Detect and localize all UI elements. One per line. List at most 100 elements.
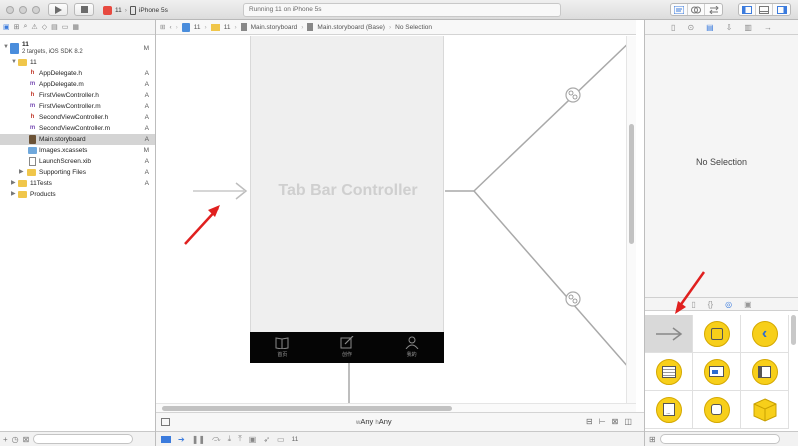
tree-row-file[interactable]: m AppDelegate.m A [0, 79, 155, 90]
back-arrow-icon[interactable]: ‹ [169, 24, 171, 31]
horizontal-scrollbar[interactable] [156, 403, 636, 412]
stop-button[interactable] [74, 3, 94, 16]
segue-line-lower[interactable] [473, 190, 636, 377]
tree-row-file[interactable]: m SecondViewController.m A [0, 123, 155, 134]
code-snippet-icon[interactable]: {} [708, 300, 713, 309]
forward-arrow-icon[interactable]: › [176, 24, 178, 31]
storyboard-reference-item[interactable] [645, 315, 693, 353]
tree-row-project[interactable]: ▼ 11 2 targets, iOS SDK 8.2 M [0, 40, 155, 58]
storyboard-canvas[interactable]: Tab Bar Controller 首页 创作 我的 [156, 36, 636, 403]
pin-icon[interactable]: ⊢ [599, 417, 606, 426]
tab-item[interactable]: 首页 [250, 332, 315, 363]
tree-row-file[interactable]: h FirstViewController.h A [0, 90, 155, 101]
quick-help-icon[interactable]: ⊙ [687, 23, 694, 32]
filter-scope-icon[interactable]: ⊠ [23, 435, 30, 444]
version-editor-icon[interactable] [705, 4, 722, 15]
document-outline-toggle-icon[interactable] [161, 418, 170, 426]
device-name[interactable]: iPhone 5s [139, 7, 168, 14]
navigation-controller-item[interactable]: ‹ [741, 315, 789, 353]
connections-inspector-icon[interactable]: → [764, 23, 772, 32]
size-inspector-icon[interactable]: ▥ [744, 23, 752, 32]
file-inspector-icon[interactable]: ▯ [671, 23, 675, 32]
zoom-window-button[interactable] [32, 6, 40, 14]
grid-view-icon[interactable]: ⊞ [649, 435, 656, 444]
breadcrumb-item[interactable]: 11 [224, 24, 231, 31]
tree-row-group[interactable]: ▶ Products [0, 189, 155, 200]
process-icon[interactable]: ▭ [277, 435, 285, 444]
breadcrumb-item[interactable]: No Selection [395, 24, 432, 31]
breadcrumb-item[interactable]: Main.storyboard (Base) [317, 24, 385, 31]
tree-row-file[interactable]: Images.xcassets M [0, 145, 155, 156]
pause-icon[interactable]: ❚❚ [192, 435, 205, 444]
align-icon[interactable]: ⊟ [586, 417, 593, 426]
tab-item[interactable]: 我的 [379, 332, 444, 363]
related-items-icon[interactable]: ⊞ [160, 23, 165, 31]
breakpoint-navigator-icon[interactable]: ▭ [62, 23, 69, 31]
object-item[interactable] [741, 391, 789, 429]
library-scroll-thumb[interactable] [791, 315, 796, 345]
object-library-icon[interactable]: ◎ [725, 300, 732, 309]
view-controller-item[interactable] [693, 315, 741, 353]
step-in-icon[interactable]: ⤓ [228, 434, 232, 444]
standard-editor-icon[interactable] [671, 4, 688, 15]
table-view-controller-item[interactable] [645, 353, 693, 391]
breadcrumb-item[interactable]: 11 [194, 24, 201, 31]
close-window-button[interactable] [6, 6, 14, 14]
scheme-selector[interactable]: 11 › iPhone 5s [103, 4, 168, 16]
step-over-icon[interactable]: ⤼ [212, 434, 221, 444]
segue-badge-lower[interactable] [565, 291, 581, 307]
segue-line-upper[interactable] [473, 36, 636, 192]
segue-badge-upper[interactable] [565, 87, 581, 103]
disclosure-triangle-icon[interactable]: ▼ [3, 42, 9, 53]
tree-row-file[interactable]: m FirstViewController.m A [0, 101, 155, 112]
tab-item[interactable]: 创作 [315, 332, 380, 363]
resolve-issues-icon[interactable]: ⊠ [612, 417, 619, 426]
breadcrumb-item[interactable]: Main.storyboard [251, 24, 298, 31]
tab-bar-controller-scene[interactable]: Tab Bar Controller [250, 36, 444, 333]
run-button[interactable] [48, 3, 68, 16]
library-filter-field[interactable] [659, 434, 780, 444]
tree-row-file[interactable]: h AppDelegate.h A [0, 68, 155, 79]
disclosure-triangle-icon[interactable]: ▶ [11, 189, 16, 200]
size-class-control[interactable]: wAny hAny [356, 417, 392, 426]
location-icon[interactable]: ➶ [263, 435, 270, 444]
tree-row-file-selected[interactable]: Main.storyboard A [0, 134, 155, 145]
navigator-toggle-icon[interactable] [739, 4, 756, 15]
assistant-editor-icon[interactable] [688, 4, 705, 15]
symbol-navigator-icon[interactable]: ⊞ [14, 23, 20, 31]
disclosure-triangle-icon[interactable]: ▶ [19, 167, 24, 178]
media-library-icon[interactable]: ▣ [744, 300, 752, 309]
debug-area-toggle-icon[interactable] [161, 435, 171, 443]
report-navigator-icon[interactable]: ▦ [72, 23, 79, 31]
glkit-view-controller-item[interactable] [693, 391, 741, 429]
debug-navigator-icon[interactable]: ▤ [51, 23, 58, 31]
filter-field[interactable] [33, 434, 134, 444]
recent-files-icon[interactable]: ◷ [12, 435, 19, 444]
utilities-toggle-icon[interactable] [773, 4, 790, 15]
breakpoints-icon[interactable]: ➔ [178, 435, 185, 444]
identity-inspector-icon[interactable]: ▤ [706, 23, 714, 32]
split-view-controller-item[interactable] [741, 353, 789, 391]
tree-row-group[interactable]: ▶ Supporting Files A [0, 167, 155, 178]
collection-view-controller-item[interactable] [693, 353, 741, 391]
attributes-inspector-icon[interactable]: ⇩ [726, 23, 733, 32]
minimize-window-button[interactable] [19, 6, 27, 14]
scroll-thumb[interactable] [629, 124, 634, 244]
test-navigator-icon[interactable]: ◇ [42, 23, 47, 31]
view-debug-icon[interactable]: ▣ [249, 435, 257, 444]
resizing-icon[interactable]: ◫ [624, 417, 632, 426]
page-view-controller-item[interactable]: ... [645, 391, 693, 429]
project-navigator-icon[interactable]: ▣ [3, 23, 10, 31]
issue-navigator-icon[interactable]: ⚠ [31, 23, 37, 31]
find-navigator-icon[interactable]: ⌕ [24, 23, 28, 31]
tree-row-group-11[interactable]: ▼ 11 [0, 57, 155, 68]
debug-area-toggle-icon[interactable] [756, 4, 773, 15]
add-icon[interactable]: + [3, 435, 8, 444]
tree-row-file[interactable]: h SecondViewController.h A [0, 112, 155, 123]
scroll-thumb[interactable] [162, 406, 452, 411]
disclosure-triangle-icon[interactable]: ▼ [11, 57, 17, 68]
disclosure-triangle-icon[interactable]: ▶ [11, 178, 16, 189]
vertical-scrollbar[interactable] [626, 36, 636, 403]
tree-row-group[interactable]: ▶ 11Tests A [0, 178, 155, 189]
tree-row-file[interactable]: LaunchScreen.xib A [0, 156, 155, 167]
